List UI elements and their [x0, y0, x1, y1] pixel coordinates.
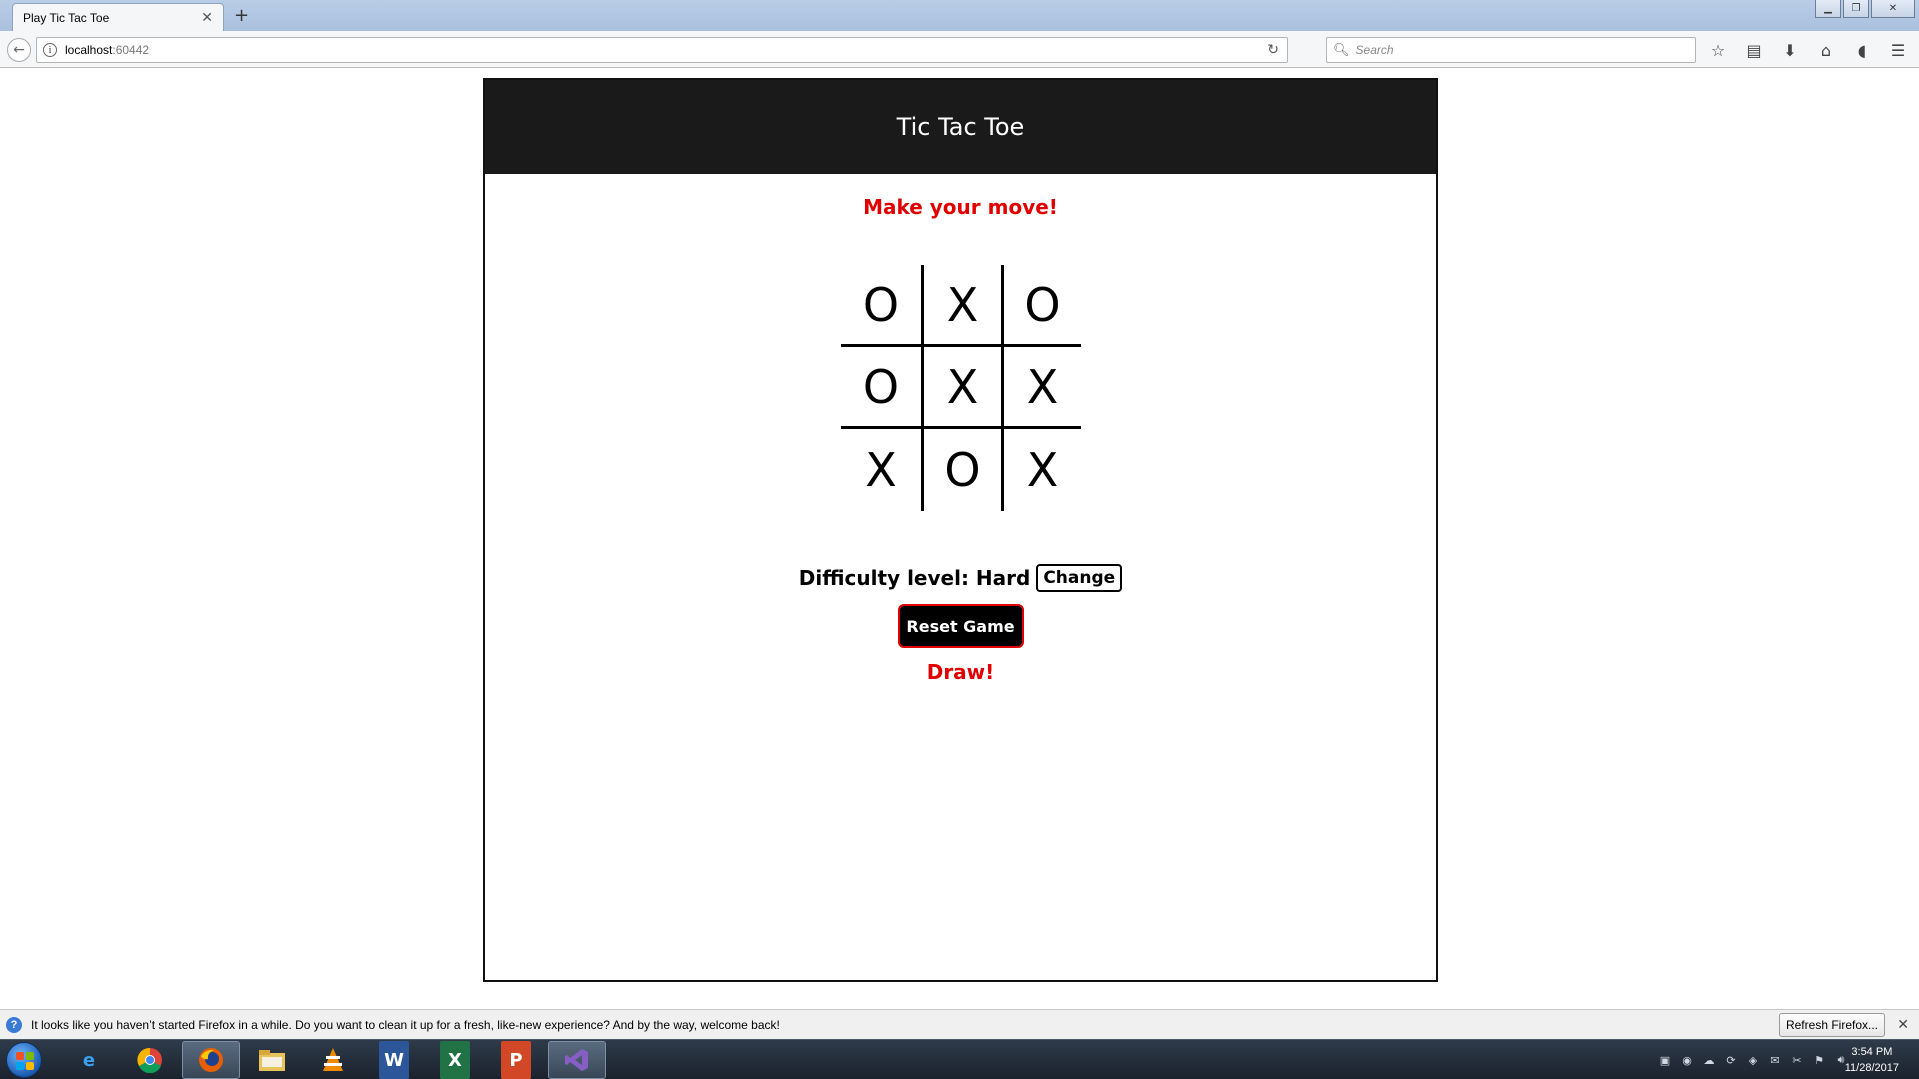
- page-viewport: Tic Tac Toe Make your move! O X O O X X …: [0, 69, 1919, 1009]
- board-cell[interactable]: X: [1001, 429, 1081, 511]
- back-arrow-icon[interactable]: ←: [7, 38, 31, 62]
- download-icon[interactable]: ⬇: [1779, 39, 1801, 61]
- firefox-icon[interactable]: [182, 1041, 240, 1079]
- close-window-icon[interactable]: ✕: [1871, 0, 1915, 18]
- tray-shield-icon[interactable]: ◈: [1745, 1052, 1761, 1068]
- toolbar-icons: ☆ ▤ ⬇ ⌂ ◖ ☰: [1707, 39, 1909, 61]
- tab-close-icon[interactable]: ✕: [201, 10, 213, 26]
- board-cell[interactable]: O: [841, 265, 921, 347]
- status-message: Make your move!: [863, 195, 1058, 219]
- file-explorer-icon[interactable]: [243, 1041, 301, 1079]
- internet-explorer-icon[interactable]: e: [60, 1041, 118, 1079]
- clock-time: 3:54 PM: [1851, 1046, 1893, 1058]
- tray-sync-icon[interactable]: ⟳: [1723, 1052, 1739, 1068]
- taskbar: e W X P ▣ ◉ ☁ ⟳ ◈ ✉ ✂ ⚑ 🔊︎ 3:54 PM 11/28…: [0, 1039, 1919, 1079]
- board-cell[interactable]: O: [921, 429, 1001, 511]
- hamburger-menu-icon[interactable]: ☰: [1887, 39, 1909, 61]
- start-button[interactable]: [6, 1042, 42, 1078]
- nav-bar: ← i localhost:60442 ↻ 🔍︎ Search ☆ ▤ ⬇ ⌂ …: [0, 31, 1919, 68]
- clock-date: 11/28/2017: [1844, 1062, 1899, 1074]
- visual-studio-icon[interactable]: [548, 1041, 606, 1079]
- minimize-icon[interactable]: ▁: [1815, 0, 1841, 18]
- page-title: Tic Tac Toe: [896, 113, 1025, 141]
- vlc-icon[interactable]: [304, 1041, 362, 1079]
- game-container: Tic Tac Toe Make your move! O X O O X X …: [483, 78, 1438, 982]
- tray-flag-icon[interactable]: ⚑: [1811, 1052, 1827, 1068]
- search-input[interactable]: 🔍︎ Search: [1326, 37, 1696, 63]
- chrome-icon[interactable]: [121, 1041, 179, 1079]
- restore-icon[interactable]: ❐: [1843, 0, 1869, 18]
- url-text: localhost:60442: [65, 43, 150, 57]
- search-icon: 🔍︎: [1333, 42, 1350, 58]
- difficulty-row: Difficulty level: Hard Change: [485, 564, 1436, 592]
- game-header: Tic Tac Toe: [485, 80, 1436, 174]
- board-cell[interactable]: X: [921, 265, 1001, 347]
- search-placeholder: Search: [1355, 43, 1394, 57]
- notification-bar: ? It looks like you haven’t started Fire…: [0, 1009, 1919, 1039]
- powerpoint-icon[interactable]: P: [501, 1041, 531, 1079]
- pocket-icon[interactable]: ◖: [1851, 39, 1873, 61]
- reset-row: Reset Game: [485, 604, 1436, 648]
- home-icon[interactable]: ⌂: [1815, 39, 1837, 61]
- tray-tools-icon[interactable]: ✂: [1789, 1052, 1805, 1068]
- new-tab-icon[interactable]: +: [234, 5, 249, 26]
- bookmarks-list-icon[interactable]: ▤: [1743, 39, 1765, 61]
- board-cell[interactable]: O: [841, 347, 921, 429]
- tab-title: Play Tic Tac Toe: [23, 10, 110, 25]
- refresh-firefox-button[interactable]: Refresh Firefox...: [1778, 1013, 1885, 1037]
- tray-chat-icon[interactable]: ✉: [1767, 1052, 1783, 1068]
- notification-close-icon[interactable]: ✕: [1897, 1016, 1909, 1033]
- game-board: O X O O X X X O X: [841, 265, 1081, 511]
- tab-bar: Play Tic Tac Toe ✕ + ▁ ❐ ✕: [0, 0, 1919, 31]
- taskbar-clock[interactable]: 3:54 PM 11/28/2017: [1845, 1044, 1899, 1076]
- word-icon[interactable]: W: [379, 1041, 409, 1079]
- board-cell[interactable]: O: [1001, 265, 1081, 347]
- notification-text: It looks like you haven’t started Firefo…: [31, 1017, 780, 1032]
- taskbar-apps: e W X P: [60, 1041, 606, 1079]
- tray-app-icon[interactable]: ▣: [1657, 1052, 1673, 1068]
- game-result: Draw!: [926, 660, 995, 684]
- windows-logo-icon: [16, 1052, 34, 1070]
- system-tray: ▣ ◉ ☁ ⟳ ◈ ✉ ✂ ⚑ 🔊︎: [1657, 1052, 1849, 1068]
- board-cell[interactable]: X: [1001, 347, 1081, 429]
- browser-tab[interactable]: Play Tic Tac Toe ✕: [12, 3, 224, 31]
- window-controls: ▁ ❐ ✕: [1815, 0, 1915, 18]
- excel-icon[interactable]: X: [440, 1041, 470, 1079]
- info-icon[interactable]: i: [43, 43, 57, 57]
- board-cell[interactable]: X: [841, 429, 921, 511]
- reset-game-button[interactable]: Reset Game: [897, 604, 1024, 648]
- question-icon: ?: [6, 1016, 22, 1033]
- tray-cloud-icon[interactable]: ☁: [1701, 1052, 1717, 1068]
- tray-help-icon[interactable]: ◉: [1679, 1052, 1695, 1068]
- reload-icon[interactable]: ↻: [1267, 42, 1279, 58]
- bookmark-star-icon[interactable]: ☆: [1707, 39, 1729, 61]
- url-bar[interactable]: i localhost:60442 ↻: [36, 37, 1288, 63]
- change-difficulty-button[interactable]: Change: [1036, 564, 1123, 592]
- board-cell[interactable]: X: [921, 347, 1001, 429]
- difficulty-label: Difficulty level: Hard: [798, 566, 1031, 590]
